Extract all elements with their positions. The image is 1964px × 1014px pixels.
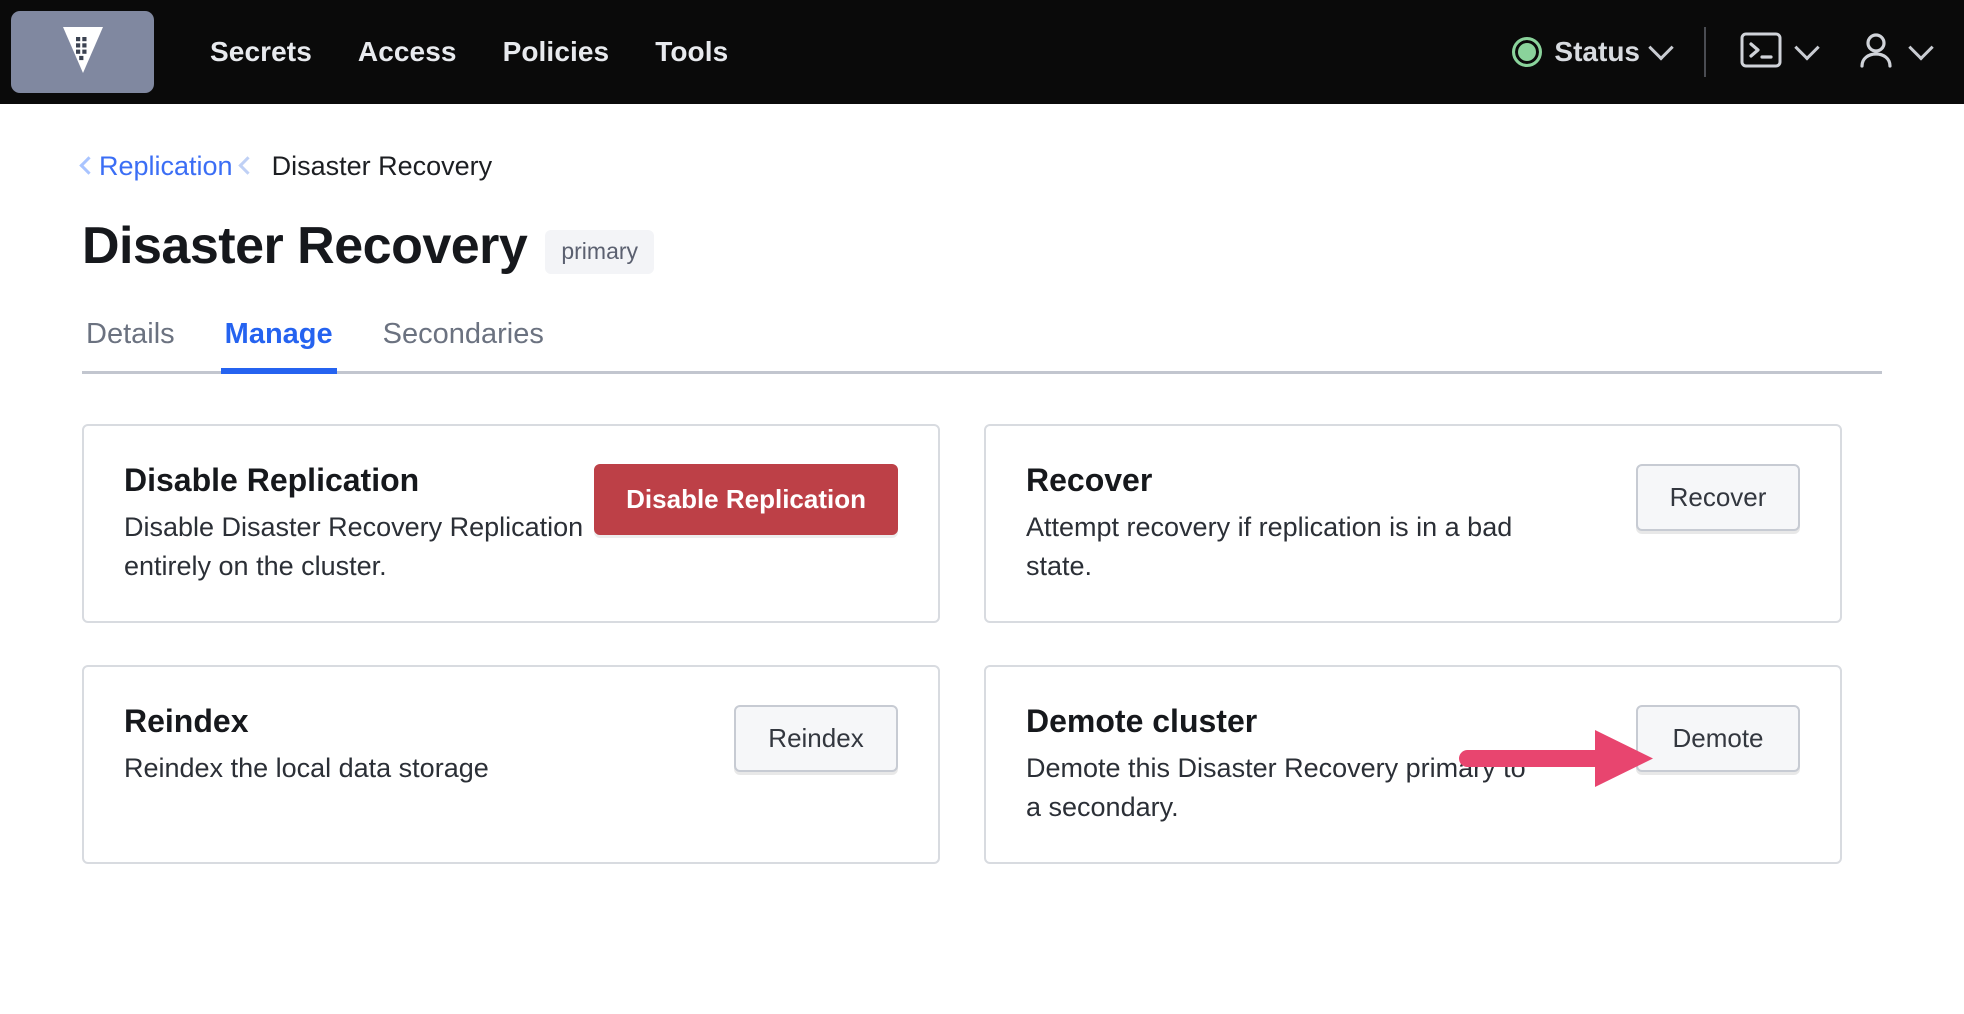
terminal-icon [1740,32,1782,73]
card-action: Recover [1636,460,1800,531]
disable-replication-button[interactable]: Disable Replication [594,464,898,535]
card-text: Demote cluster Demote this Disaster Reco… [1026,701,1546,826]
card-title: Reindex [124,703,249,740]
card-action: Disable Replication [594,460,898,535]
card-description: Attempt recovery if replication is in a … [1026,512,1513,581]
user-icon [1856,30,1896,75]
card-title: Recover [1026,462,1153,498]
chevron-down-icon [1648,35,1674,61]
card-action: Reindex [734,701,898,773]
chevron-down-icon [1794,35,1820,61]
demote-button[interactable]: Demote [1636,705,1800,773]
chevron-left-icon [79,156,98,175]
card-disable-replication: Disable Replication Disable Disaster Rec… [82,424,940,624]
page-content: Replication Disaster Recovery Disaster R… [0,151,1964,865]
card-description: Reindex the local data storage [124,753,489,784]
user-menu-button[interactable] [1856,30,1934,75]
nav-link-access[interactable]: Access [358,36,457,68]
status-menu-button[interactable]: Status [1512,35,1674,68]
card-text: Reindex Reindex the local data storage [124,701,489,788]
breadcrumb-parent-label: Replication [99,151,233,181]
top-navigation-bar: Secrets Access Policies Tools Status [0,0,1964,104]
tab-secondaries[interactable]: Secondaries [379,318,548,374]
recover-button[interactable]: Recover [1636,464,1800,531]
nav-divider [1704,27,1706,77]
manage-action-cards: Disable Replication Disable Disaster Rec… [82,424,1882,865]
tab-bar: Details Manage Secondaries [82,318,1882,374]
card-demote-cluster: Demote cluster Demote this Disaster Reco… [984,665,1842,865]
status-badge: primary [545,230,655,274]
breadcrumb-parent-link[interactable]: Replication [79,151,233,182]
vault-logo-icon [62,25,104,80]
card-description: Disable Disaster Recovery Replication en… [124,512,584,581]
reindex-button[interactable]: Reindex [734,705,898,773]
card-title: Demote cluster [1026,703,1258,740]
status-indicator-icon [1512,37,1543,67]
tab-details[interactable]: Details [82,318,179,374]
breadcrumb-current-label: Disaster Recovery [271,151,493,181]
chevron-down-icon [1908,35,1934,61]
vault-logo-button[interactable] [11,11,154,93]
nav-link-tools[interactable]: Tools [655,36,728,68]
card-description: Demote this Disaster Recovery primary to… [1026,753,1526,822]
tab-manage[interactable]: Manage [220,318,337,374]
page-title: Disaster Recovery [82,217,528,275]
nav-right-cluster: Status [1512,27,1964,77]
nav-link-policies[interactable]: Policies [503,36,610,68]
card-action: Demote [1636,701,1800,773]
card-reindex: Reindex Reindex the local data storage R… [82,665,940,865]
nav-link-secrets[interactable]: Secrets [210,36,312,68]
status-label: Status [1554,36,1640,67]
breadcrumb: Replication Disaster Recovery [79,151,1882,182]
card-title: Disable Replication [124,462,420,498]
chevron-left-icon [237,156,257,175]
breadcrumb-current: Disaster Recovery [237,151,493,182]
card-text: Recover Attempt recovery if replication … [1026,460,1546,585]
page-header: Disaster Recovery primary [82,216,1882,276]
console-menu-button[interactable] [1740,32,1820,73]
primary-nav-links: Secrets Access Policies Tools [210,36,728,68]
card-text: Disable Replication Disable Disaster Rec… [124,460,594,585]
card-recover: Recover Attempt recovery if replication … [984,424,1842,624]
